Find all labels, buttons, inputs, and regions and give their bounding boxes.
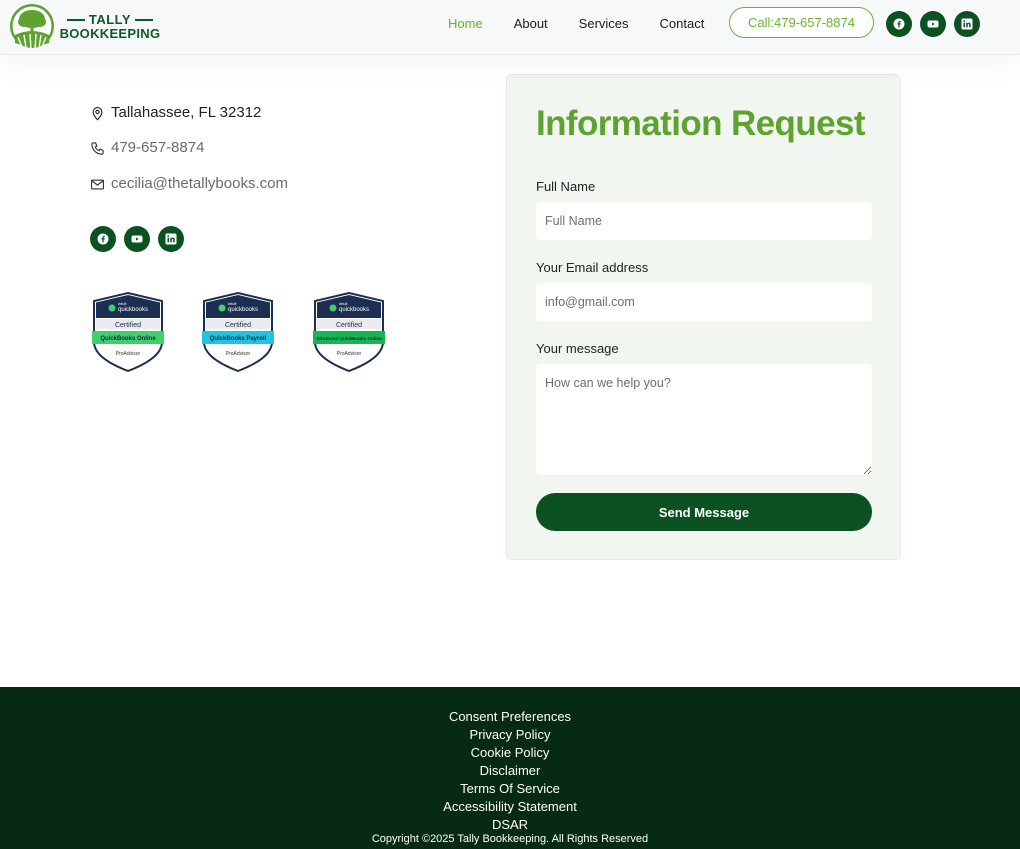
form-title: Information Request bbox=[536, 104, 866, 143]
header-linkedin-link[interactable] bbox=[954, 11, 980, 37]
call-button[interactable]: Call:479-657-8874 bbox=[729, 7, 874, 38]
badge-role: ProAdvisor bbox=[226, 351, 251, 357]
quickbooks-logo-icon bbox=[329, 304, 337, 312]
badge-certified: Certified bbox=[225, 322, 251, 329]
site-logo[interactable]: TALLY BOOKKEEPING bbox=[9, 3, 160, 49]
header-youtube-link[interactable] bbox=[920, 11, 946, 37]
badge-product: QuickBooks Online bbox=[100, 336, 156, 342]
main-nav: Home About Services Contact bbox=[448, 16, 735, 32]
message-textarea[interactable] bbox=[536, 364, 872, 475]
footer-links: Consent Preferences Privacy Policy Cooki… bbox=[0, 708, 1020, 834]
footer-link-privacy-policy[interactable]: Privacy Policy bbox=[410, 726, 610, 744]
footer-link-cookie-policy[interactable]: Cookie Policy bbox=[410, 744, 610, 762]
facebook-icon bbox=[893, 18, 905, 30]
message-label: Your message bbox=[536, 341, 619, 356]
badge-brand: quickbooks bbox=[228, 307, 258, 313]
full-name-input[interactable] bbox=[536, 202, 872, 240]
email-text[interactable]: cecilia@thetallybooks.com bbox=[111, 175, 288, 193]
logo-wordmark: TALLY BOOKKEEPING bbox=[56, 13, 164, 41]
logo-top-text: TALLY bbox=[88, 12, 132, 27]
badge-brand-small: intuit bbox=[228, 301, 237, 306]
badge-brand: quickbooks bbox=[118, 307, 148, 313]
footer-link-consent-preferences[interactable]: Consent Preferences bbox=[410, 708, 610, 726]
logo-bottom-text: BOOKKEEPING bbox=[59, 26, 161, 41]
badge-quickbooks-online: intuit quickbooks Certified QuickBooks O… bbox=[92, 292, 164, 372]
linkedin-icon bbox=[165, 233, 177, 245]
facebook-icon bbox=[97, 233, 109, 245]
nav-about[interactable]: About bbox=[514, 16, 548, 32]
site-footer: Consent Preferences Privacy Policy Cooki… bbox=[0, 687, 1020, 849]
quickbooks-logo-icon bbox=[108, 304, 116, 312]
nav-home[interactable]: Home bbox=[448, 16, 483, 32]
email-input[interactable] bbox=[536, 283, 872, 321]
send-message-button[interactable]: Send Message bbox=[536, 493, 872, 531]
badge-certified: Certified bbox=[115, 322, 141, 329]
copyright-text: Copyright ©2025 Tally Bookkeeping. All R… bbox=[371, 833, 649, 845]
contact-email[interactable]: cecilia@thetallybooks.com bbox=[90, 175, 288, 193]
phone-icon bbox=[91, 141, 104, 155]
nav-contact[interactable]: Contact bbox=[660, 16, 705, 32]
phone-text[interactable]: 479-657-8874 bbox=[111, 139, 204, 157]
header-facebook-link[interactable] bbox=[886, 11, 912, 37]
footer-link-disclaimer[interactable]: Disclaimer bbox=[410, 762, 610, 780]
contact-linkedin-link[interactable] bbox=[158, 226, 184, 252]
badge-quickbooks-payroll: intuit quickbooks Certified QuickBooks P… bbox=[202, 292, 274, 372]
information-request-form: Information Request Full Name Your Email… bbox=[506, 74, 901, 560]
nav-services[interactable]: Services bbox=[579, 16, 629, 32]
logo-rule-right bbox=[135, 18, 154, 21]
logo-rule-left bbox=[66, 18, 85, 21]
badge-brand: quickbooks bbox=[339, 307, 369, 313]
email-label: Your Email address bbox=[536, 260, 649, 275]
quickbooks-logo-icon bbox=[218, 304, 226, 312]
full-name-label: Full Name bbox=[536, 179, 596, 194]
footer-link-terms-of-service[interactable]: Terms Of Service bbox=[410, 780, 610, 798]
envelope-icon bbox=[91, 179, 104, 189]
contact-address: Tallahassee, FL 32312 bbox=[90, 104, 261, 122]
badge-advanced-quickbooks-online: intuit quickbooks Certified Advanced Qui… bbox=[313, 292, 385, 372]
badge-product: QuickBooks Payroll bbox=[210, 336, 267, 342]
badge-certified: Certified bbox=[336, 322, 362, 329]
contact-youtube-link[interactable] bbox=[124, 226, 150, 252]
badge-role: ProAdvisor bbox=[337, 351, 362, 357]
linkedin-icon bbox=[961, 18, 973, 30]
badge-brand-small: intuit bbox=[118, 301, 127, 306]
badge-brand-small: intuit bbox=[339, 301, 348, 306]
contact-phone[interactable]: 479-657-8874 bbox=[90, 139, 204, 157]
badge-product: Advanced QuickBooks Online bbox=[316, 336, 382, 341]
address-text: Tallahassee, FL 32312 bbox=[111, 104, 262, 121]
site-header: TALLY BOOKKEEPING Home About Services Co… bbox=[0, 0, 1020, 55]
contact-facebook-link[interactable] bbox=[90, 226, 116, 252]
youtube-icon bbox=[131, 235, 143, 243]
map-pin-icon bbox=[92, 106, 103, 121]
badge-role: ProAdvisor bbox=[116, 351, 141, 357]
youtube-icon bbox=[927, 20, 939, 28]
tree-logo-icon bbox=[10, 4, 54, 49]
footer-link-accessibility-statement[interactable]: Accessibility Statement bbox=[410, 798, 610, 816]
